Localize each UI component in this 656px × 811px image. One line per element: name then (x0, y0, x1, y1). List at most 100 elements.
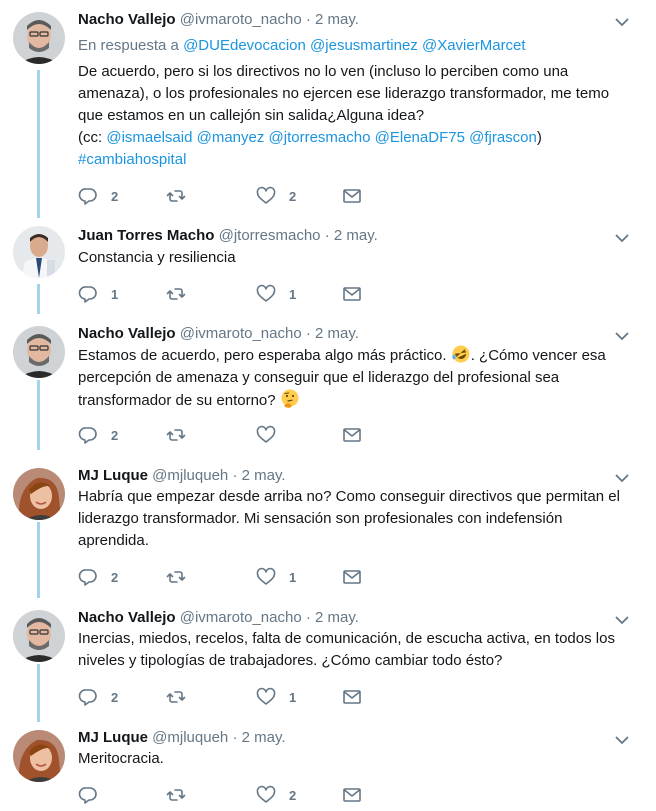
text-line: Constancia y resiliencia (78, 249, 236, 266)
chevron-down-icon[interactable] (614, 328, 630, 344)
avatar[interactable] (13, 730, 65, 782)
reply-button[interactable]: 2 (78, 186, 118, 206)
direct-message-button[interactable] (342, 567, 362, 587)
chevron-down-icon[interactable] (614, 612, 630, 628)
separator-dot: · (324, 227, 330, 244)
like-button[interactable]: 2 (256, 785, 296, 805)
chevron-down-icon[interactable] (614, 14, 630, 30)
tweet-header: MJ Luque @mjluqueh · 2 may. (78, 728, 616, 748)
chevron-down-icon[interactable] (614, 470, 630, 486)
author-name[interactable]: MJ Luque (78, 467, 148, 484)
direct-message-button[interactable] (342, 785, 362, 805)
like-button[interactable] (256, 425, 289, 445)
mention-link[interactable]: @ismaelsaid (106, 129, 192, 146)
avatar[interactable] (13, 468, 65, 520)
timestamp[interactable]: 2 may. (242, 467, 286, 484)
mention-link[interactable]: @DUEdevocacion (183, 37, 306, 54)
reply-button[interactable]: 2 (78, 687, 118, 707)
retweet-button[interactable] (166, 567, 199, 587)
direct-message-icon (343, 570, 361, 584)
direct-message-icon (343, 287, 361, 301)
author-handle[interactable]: @ivmaroto_nacho (180, 609, 302, 626)
chevron-down-icon[interactable] (614, 230, 630, 246)
reply-count: 2 (111, 427, 119, 443)
direct-message-button[interactable] (342, 284, 362, 304)
tweet-text: De acuerdo, pero si los directivos no lo… (78, 61, 638, 171)
direct-message-button[interactable] (342, 687, 362, 707)
reply-button[interactable]: 1 (78, 284, 118, 304)
reply-button[interactable]: 2 (78, 425, 118, 445)
direct-message-button[interactable] (342, 425, 362, 445)
text-segment: transformador de su entorno? (78, 392, 276, 409)
like-count: 1 (289, 689, 297, 705)
reply-icon (78, 689, 97, 706)
separator-dot: · (232, 467, 238, 484)
timestamp[interactable]: 2 may. (315, 609, 359, 626)
tweet[interactable]: Juan Torres Macho @jtorresmacho · 2 may.… (0, 226, 656, 314)
reply-button[interactable]: 2 (78, 567, 118, 587)
mention-link[interactable]: @manyez (197, 129, 265, 146)
mention-link[interactable]: @ElenaDF75 (375, 129, 465, 146)
mention-link[interactable]: @jesusmartinez (310, 37, 418, 54)
retweet-button[interactable] (166, 186, 199, 206)
retweet-button[interactable] (166, 785, 199, 805)
like-button[interactable]: 1 (256, 687, 296, 707)
tweet[interactable]: Nacho Vallejo @ivmaroto_nacho · 2 may. E… (0, 324, 656, 454)
timestamp[interactable]: 2 may. (334, 227, 378, 244)
mention-link[interactable]: @XavierMarcet (422, 37, 526, 54)
mention-link[interactable]: @fjrascon (469, 129, 537, 146)
tweet-actions: 2 2 (78, 186, 378, 206)
like-icon (256, 425, 276, 443)
chevron-down-icon[interactable] (614, 732, 630, 748)
direct-message-button[interactable] (342, 186, 362, 206)
mention-link[interactable]: @jtorresmacho (269, 129, 371, 146)
author-name[interactable]: Nacho Vallejo (78, 325, 176, 342)
avatar[interactable] (13, 610, 65, 662)
avatar[interactable] (13, 226, 65, 278)
author-handle[interactable]: @ivmaroto_nacho (180, 325, 302, 342)
tweet-text: Estamos de acuerdo, pero esperaba algo m… (78, 344, 638, 412)
reply-button[interactable] (78, 785, 111, 805)
tweet[interactable]: Nacho Vallejo @ivmaroto_nacho · 2 may. I… (0, 608, 656, 716)
text-line: que estamos en un callejón sin salida¿Al… (78, 107, 425, 124)
tweet[interactable]: Nacho Vallejo @ivmaroto_nacho · 2 may. E… (0, 8, 656, 220)
timestamp[interactable]: 2 may. (315, 11, 359, 28)
avatar[interactable] (13, 12, 65, 64)
like-count: 1 (289, 286, 297, 302)
like-icon (256, 284, 276, 302)
author-name[interactable]: MJ Luque (78, 729, 148, 746)
separator-dot: · (305, 609, 311, 626)
retweet-button[interactable] (166, 284, 199, 304)
tweet-actions: 2 1 (78, 687, 378, 707)
cc-open: (cc: (78, 129, 103, 146)
like-button[interactable]: 2 (256, 186, 296, 206)
text-line: Estamos de acuerdo, pero esperaba algo m… (78, 344, 638, 367)
timestamp[interactable]: 2 may. (315, 325, 359, 342)
avatar[interactable] (13, 326, 65, 378)
tweet[interactable]: MJ Luque @mjluqueh · 2 may. Habría que e… (0, 466, 656, 596)
text-line: transformador de su entorno? (78, 389, 638, 412)
author-name[interactable]: Nacho Vallejo (78, 609, 176, 626)
text-segment: . ¿Cómo vencer esa (470, 347, 606, 364)
author-name[interactable]: Juan Torres Macho (78, 227, 214, 244)
text-line: De acuerdo, pero si los directivos no lo… (78, 63, 569, 80)
retweet-icon (166, 429, 186, 441)
author-handle[interactable]: @jtorresmacho (219, 227, 321, 244)
retweet-button[interactable] (166, 425, 199, 445)
tweet-text: Habría que empezar desde arriba no? Como… (78, 486, 638, 552)
like-button[interactable]: 1 (256, 567, 296, 587)
text-line: aprendida. (78, 532, 149, 549)
reply-context: En respuesta a @DUEdevocacion @jesusmart… (78, 36, 526, 56)
tweet[interactable]: MJ Luque @mjluqueh · 2 may. Meritocracia… (0, 728, 656, 811)
author-handle[interactable]: @mjluqueh (152, 467, 228, 484)
retweet-button[interactable] (166, 687, 199, 707)
author-handle[interactable]: @ivmaroto_nacho (180, 11, 302, 28)
timestamp[interactable]: 2 may. (242, 729, 286, 746)
author-handle[interactable]: @mjluqueh (152, 729, 228, 746)
tweet-header: Juan Torres Macho @jtorresmacho · 2 may. (78, 226, 616, 246)
hashtag-link[interactable]: #cambiahospital (78, 151, 186, 168)
like-button[interactable]: 1 (256, 284, 296, 304)
author-name[interactable]: Nacho Vallejo (78, 11, 176, 28)
like-count: 2 (289, 787, 297, 803)
reply-count: 2 (111, 569, 119, 585)
